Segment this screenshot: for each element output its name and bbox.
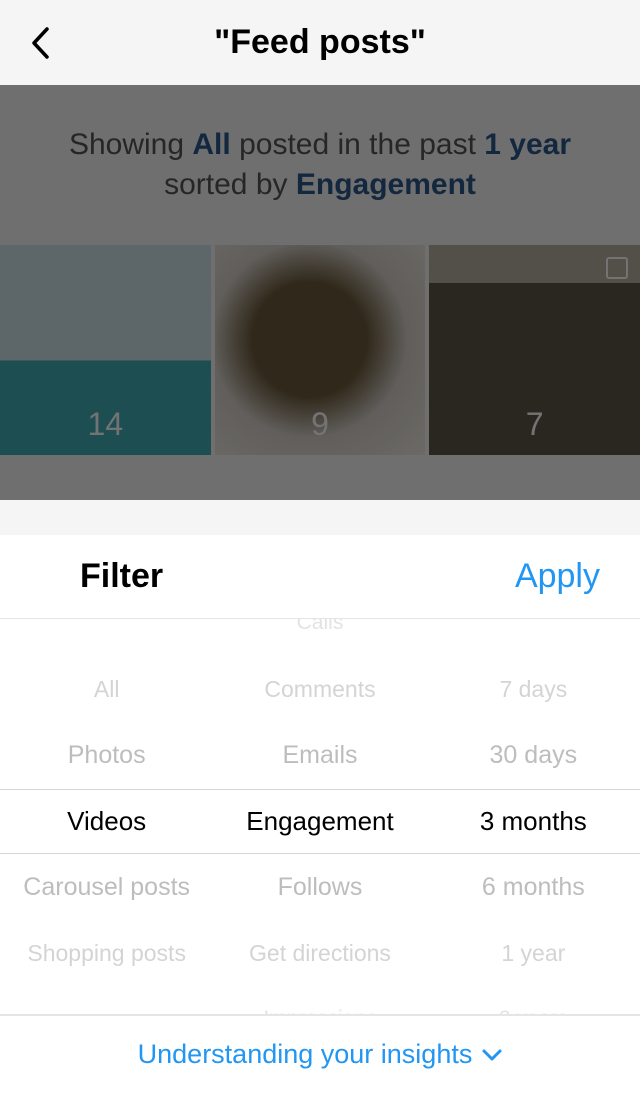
chevron-down-icon (482, 1048, 502, 1062)
picker-option[interactable]: Follows (278, 854, 363, 920)
picker-container: AllPhotosVideosCarousel postsShopping po… (0, 619, 640, 1014)
filter-sheet: Filter Apply AllPhotosVideosCarousel pos… (0, 535, 640, 1093)
picker-option[interactable]: Comments (264, 656, 375, 722)
post-thumbnail[interactable]: 9 (215, 245, 426, 455)
insights-label: Understanding your insights (138, 1039, 473, 1070)
picker-option[interactable]: All (94, 656, 120, 722)
summary-posted-in: posted in the past (239, 128, 476, 161)
summary-timeframe: 1 year (484, 128, 571, 161)
picker-option[interactable]: 30 days (490, 722, 578, 788)
picker-type[interactable]: AllPhotosVideosCarousel postsShopping po… (0, 619, 213, 1014)
post-count: 9 (311, 406, 329, 443)
picker-option[interactable]: Emails (282, 722, 357, 788)
picker-option[interactable]: Photos (68, 722, 146, 788)
picker-option[interactable]: Get directions (249, 920, 391, 986)
picker-option[interactable]: 7 days (499, 656, 567, 722)
picker-option[interactable]: Engagement (246, 788, 393, 854)
carousel-icon (606, 257, 628, 279)
picker-option[interactable]: Carousel posts (23, 854, 190, 920)
picker-option[interactable]: Calls (297, 619, 344, 656)
post-grid: 14 9 7 (0, 245, 640, 455)
picker-option[interactable]: Impressions (263, 986, 376, 1014)
picker-timeframe[interactable]: 7 days30 days3 months6 months1 year2 yea… (427, 619, 640, 1014)
post-thumbnail[interactable]: 14 (0, 245, 211, 455)
picker-option[interactable]: Videos (67, 788, 146, 854)
summary-type: All (192, 128, 230, 161)
picker-option[interactable]: 2 years (499, 986, 568, 1014)
summary-showing: Showing (69, 128, 184, 161)
summary-sorted-by: sorted by (164, 168, 287, 201)
picker-option[interactable]: 6 months (482, 854, 585, 920)
picker-option[interactable]: Shopping posts (27, 920, 186, 986)
page-title: "Feed posts" (60, 23, 580, 62)
sheet-header: Filter Apply (0, 535, 640, 618)
picker-metric[interactable]: CallsCommentsEmailsEngagementFollowsGet … (213, 619, 426, 1014)
background-content: Showing All posted in the past 1 year so… (0, 85, 640, 500)
post-count: 7 (526, 406, 544, 443)
header: "Feed posts" (0, 0, 640, 85)
post-count: 14 (88, 406, 124, 443)
filter-summary[interactable]: Showing All posted in the past 1 year so… (0, 85, 640, 245)
picker-option[interactable]: 1 year (501, 920, 565, 986)
filter-title: Filter (80, 557, 163, 596)
chevron-left-icon (30, 26, 50, 60)
back-button[interactable] (20, 23, 60, 63)
apply-button[interactable]: Apply (515, 557, 600, 596)
picker-option[interactable]: 3 months (480, 788, 587, 854)
summary-metric: Engagement (296, 168, 476, 201)
insights-link[interactable]: Understanding your insights (0, 1015, 640, 1093)
post-thumbnail[interactable]: 7 (429, 245, 640, 455)
